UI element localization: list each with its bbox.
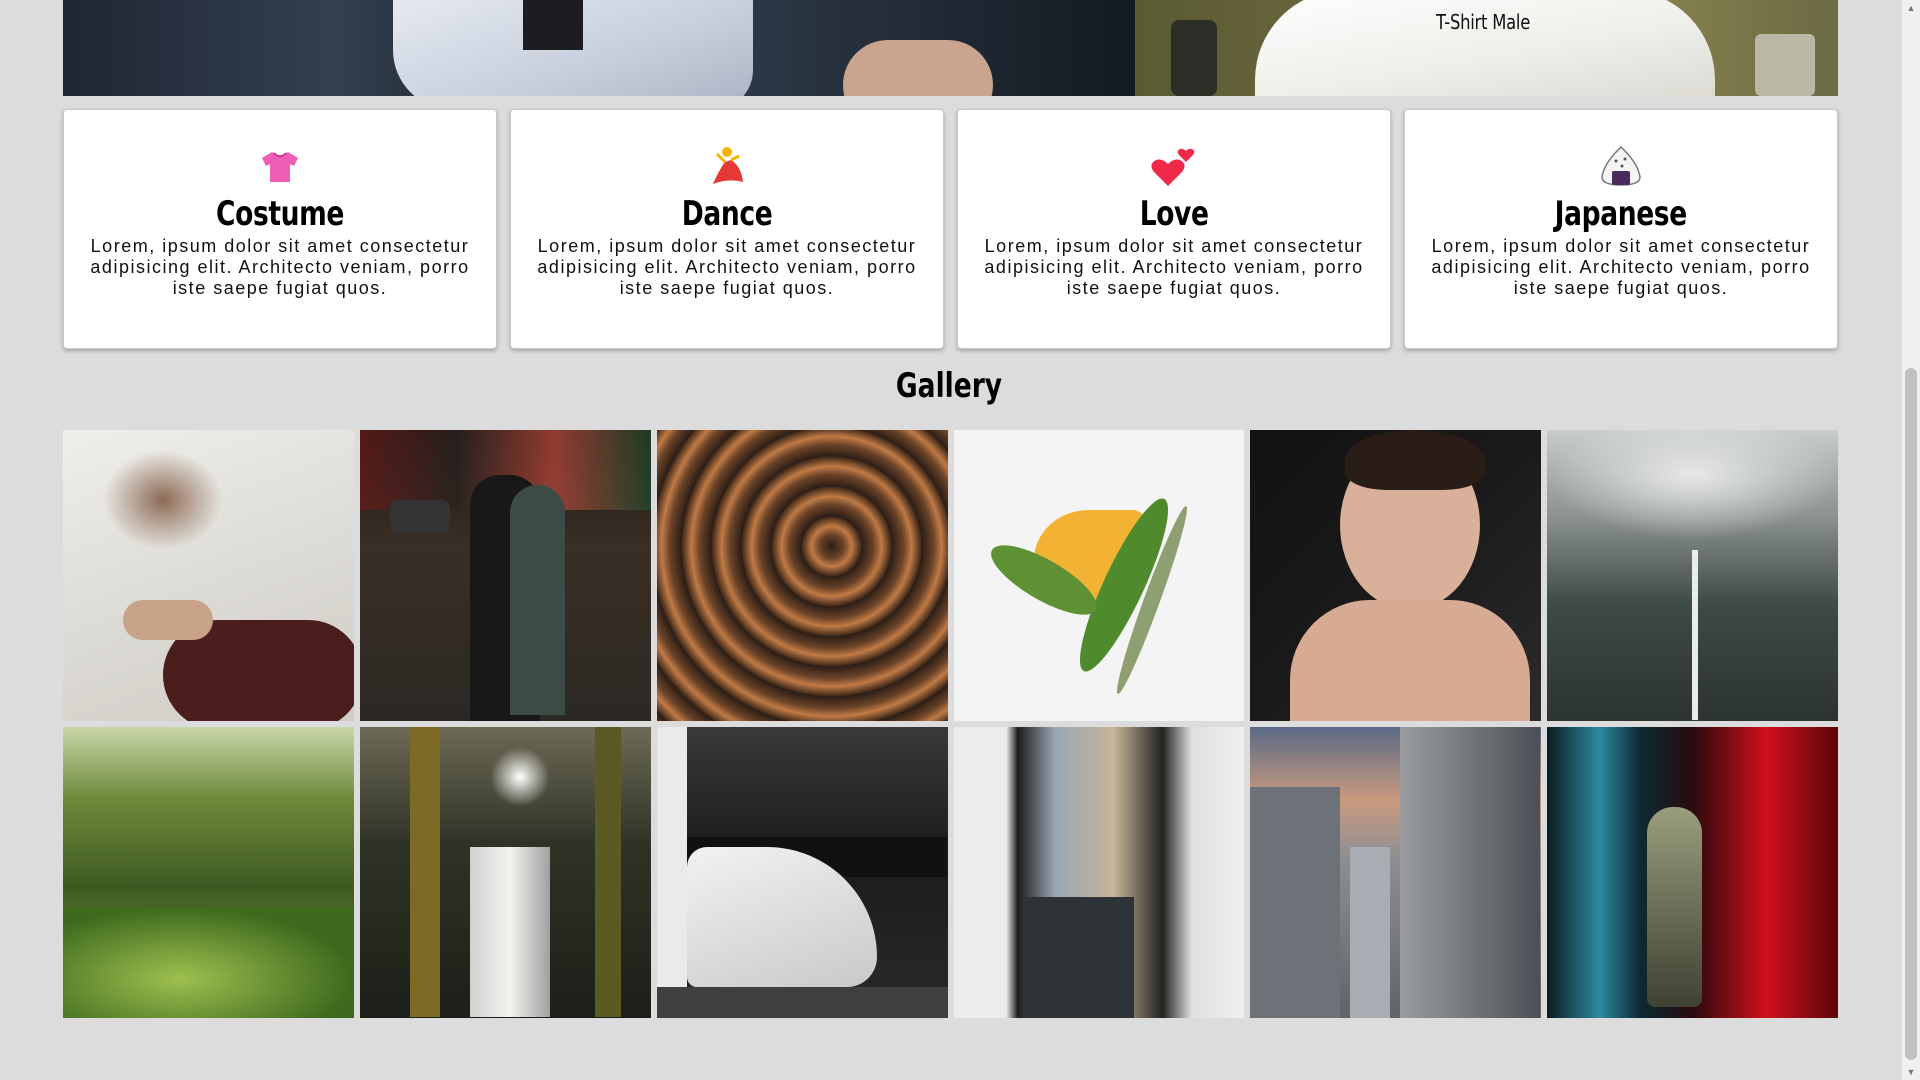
gallery-image-fern-canyon[interactable] (63, 727, 354, 1018)
gallery-image-white-car[interactable] (656, 727, 948, 1018)
card-text: Lorem, ipsum dolor sit amet consectetur … (90, 236, 470, 298)
page-scrollbar[interactable]: ▲ ▼ (1902, 0, 1920, 1080)
gallery-image-misty-waterfall[interactable] (1547, 430, 1838, 721)
hero-banner (63, 0, 1838, 96)
gallery-image-couple-night[interactable] (359, 430, 651, 721)
gallery-image-narrow-alley[interactable] (953, 727, 1245, 1018)
feature-card-costume[interactable]: Costume Lorem, ipsum dolor sit amet cons… (63, 109, 497, 349)
hero-caption: T-Shirt Male (1436, 10, 1531, 34)
card-title: Japanese (1554, 194, 1688, 234)
gallery-image-astronaut-neon[interactable] (1547, 727, 1838, 1018)
scroll-down-icon[interactable]: ▼ (1902, 1064, 1920, 1080)
gallery-image-abstract-waves[interactable] (656, 430, 948, 721)
dancer-icon (703, 142, 751, 190)
card-text: Lorem, ipsum dolor sit amet consectetur … (537, 236, 917, 298)
gallery-image-lily-flower[interactable] (953, 430, 1245, 721)
gallery-grid (63, 430, 1838, 1018)
gallery-image-forest-waterfall[interactable] (359, 727, 651, 1018)
feature-cards: Costume Lorem, ipsum dolor sit amet cons… (63, 109, 1838, 349)
card-title: Dance (681, 194, 773, 234)
scroll-up-icon[interactable]: ▲ (1902, 0, 1920, 16)
feature-card-dance[interactable]: Dance Lorem, ipsum dolor sit amet consec… (510, 109, 944, 349)
two-hearts-icon (1150, 142, 1198, 190)
card-title: Costume (216, 194, 344, 234)
hero-image-left (63, 0, 1135, 96)
gallery-image-yoga[interactable] (63, 430, 354, 721)
card-text: Lorem, ipsum dolor sit amet consectetur … (984, 236, 1364, 298)
card-text: Lorem, ipsum dolor sit amet consectetur … (1431, 236, 1811, 298)
scrollbar-thumb[interactable] (1905, 368, 1917, 1060)
t-shirt-icon (256, 142, 304, 190)
rice-ball-icon (1597, 142, 1645, 190)
feature-card-japanese[interactable]: Japanese Lorem, ipsum dolor sit amet con… (1404, 109, 1838, 349)
gallery-image-baroque-architecture[interactable] (1250, 727, 1542, 1018)
feature-card-love[interactable]: Love Lorem, ipsum dolor sit amet consect… (957, 109, 1391, 349)
gallery-image-man-portrait[interactable] (1250, 430, 1542, 721)
card-title: Love (1139, 194, 1209, 234)
gallery-title: Gallery (895, 366, 1003, 406)
